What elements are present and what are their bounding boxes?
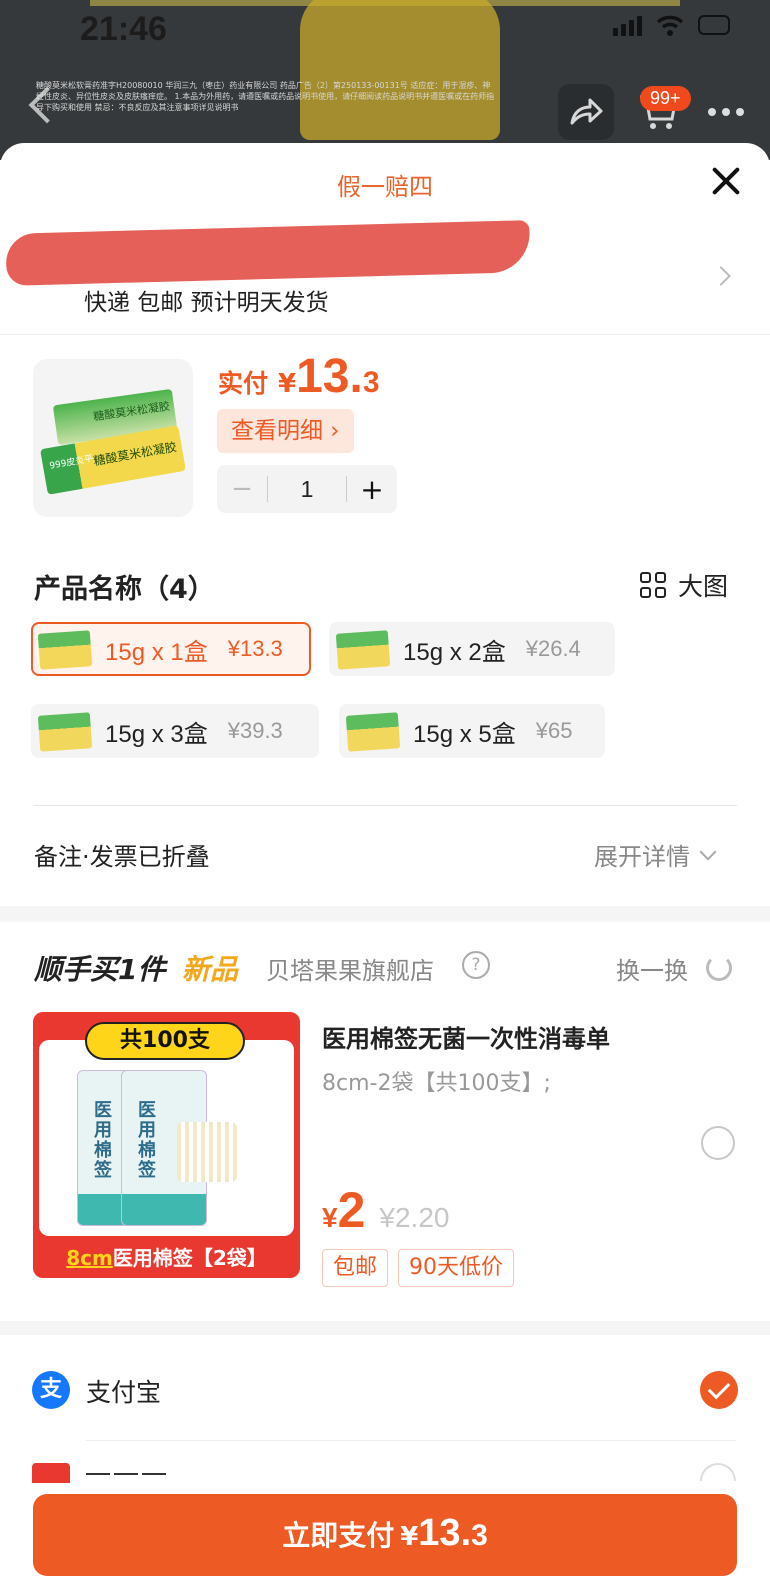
addon-tag: 90天低价	[398, 1249, 514, 1287]
decrease-button[interactable]: −	[217, 474, 267, 504]
section-separator	[0, 1321, 770, 1335]
price-integer: 13.	[296, 350, 363, 403]
addon-product-name[interactable]: 医用棉签无菌一次性消毒单	[322, 1019, 610, 1054]
addon-image-pill: 共100支	[85, 1022, 245, 1060]
alipay-label[interactable]: 支付宝	[86, 1373, 161, 1409]
more-dot-icon	[722, 108, 730, 116]
payment-method-icon	[32, 1463, 70, 1483]
pay-now-label: 立即支付	[282, 1519, 395, 1552]
quantity-stepper: − 1 +	[217, 465, 397, 513]
pay-now-button[interactable]: 立即支付 ¥ 13. 3	[33, 1494, 737, 1576]
spec-option-label: 15g x 5盒	[413, 720, 516, 748]
spec-thumbnail	[37, 712, 93, 752]
divider	[33, 805, 737, 806]
remark-invoice-label: 备注·发票已折叠	[34, 843, 210, 871]
addon-select-radio[interactable]	[701, 1126, 735, 1160]
spec-section-title: 产品名称（4）	[34, 574, 215, 605]
divider	[86, 1440, 736, 1441]
pay-now-currency: ¥	[400, 1522, 419, 1552]
pay-label: 实付	[218, 369, 269, 398]
order-sheet: 假一赔四 快递 包邮 预计明天发货 糖酸莫米松凝胶 糖酸莫米松凝胶 999皮炎平…	[0, 143, 770, 1592]
more-button[interactable]	[708, 108, 744, 116]
signal-icon	[613, 14, 642, 36]
big-image-button[interactable]: 大图	[640, 567, 728, 603]
big-image-label: 大图	[678, 572, 729, 601]
address-chevron-icon[interactable]	[711, 266, 731, 286]
pay-now-amount-dec: 3	[471, 1519, 488, 1552]
spec-option-label: 15g x 3盒	[105, 720, 208, 748]
battery-icon	[698, 15, 730, 35]
close-icon[interactable]	[710, 165, 742, 197]
payment-method-label-clipped	[86, 1461, 206, 1475]
checkmark-icon[interactable]	[700, 1371, 738, 1409]
more-dot-icon	[736, 108, 744, 116]
addon-product-image[interactable]: 共100支 医用棉签 医用棉签 8cm医用棉签【2袋】	[33, 1012, 300, 1278]
help-icon[interactable]: ?	[462, 951, 490, 979]
more-dot-icon	[708, 108, 716, 116]
payment-method-radio[interactable]	[700, 1463, 736, 1481]
spec-thumbnail	[37, 630, 93, 670]
video-figure	[300, 0, 500, 140]
spec-thumbnail	[345, 712, 401, 752]
pay-now-amount-int: 13.	[418, 1512, 472, 1554]
spec-option[interactable]: 15g x 5盒 ¥65	[339, 704, 605, 758]
address-redaction	[5, 220, 531, 286]
status-icons	[613, 14, 730, 36]
addon-tag: 包邮	[322, 1249, 389, 1287]
divider	[0, 334, 770, 335]
actual-pay-price: 实付 ¥ 13. 3	[218, 349, 380, 404]
spec-thumbnail	[335, 630, 391, 670]
chevron-down-icon	[699, 843, 717, 860]
addon-title: 顺手买1件	[34, 953, 166, 986]
section-separator	[0, 906, 770, 922]
wifi-icon	[656, 15, 684, 36]
status-time: 21:46	[80, 10, 167, 48]
addon-new-label: 新品	[182, 953, 239, 986]
share-icon	[570, 98, 603, 125]
addon-current-price: ¥2	[322, 1182, 366, 1238]
spec-option-price: ¥65	[535, 718, 573, 743]
addon-original-price: ¥2.20	[379, 1202, 450, 1233]
sheet-title: 假一赔四	[337, 173, 433, 201]
quantity-value[interactable]: 1	[268, 476, 346, 503]
alipay-icon: 支	[32, 1371, 70, 1409]
currency-symbol: ¥	[278, 369, 297, 399]
addon-image-caption: 8cm医用棉签【2袋】	[66, 1246, 267, 1270]
spec-option-price: ¥39.3	[227, 718, 283, 743]
delivery-info: 快递 包邮 预计明天发货	[84, 290, 329, 316]
grid-icon	[640, 572, 666, 598]
price-decimal: 3	[362, 366, 380, 399]
spec-option-label: 15g x 2盒	[403, 638, 506, 666]
drug-ad-small-print: 糖酸莫米松软膏药准字H20080010 华润三九（枣庄）药业有限公司 药品广告（…	[36, 81, 495, 112]
cart-count-badge: 99+	[640, 86, 691, 111]
share-button[interactable]	[558, 84, 614, 140]
spec-option-price: ¥13.3	[227, 636, 283, 661]
spec-option[interactable]: 15g x 2盒 ¥26.4	[329, 622, 615, 676]
product-image[interactable]: 糖酸莫米松凝胶 糖酸莫米松凝胶 999皮炎平	[33, 359, 193, 517]
view-details-button[interactable]: 查看明细 ›	[217, 409, 354, 453]
expand-label: 展开详情	[594, 843, 690, 871]
addon-product-spec: 8cm-2袋【共100支】;	[322, 1071, 551, 1096]
addon-store-name[interactable]: 贝塔果果旗舰店	[266, 951, 434, 986]
swap-button[interactable]: 换一换	[616, 951, 688, 986]
spec-option-label: 15g x 1盒	[105, 638, 208, 666]
spec-option[interactable]: 15g x 3盒 ¥39.3	[31, 704, 319, 758]
spec-option[interactable]: 15g x 1盒 ¥13.3	[31, 622, 311, 676]
expand-details-button[interactable]: 展开详情	[594, 837, 717, 872]
spec-option-price: ¥26.4	[525, 636, 581, 661]
increase-button[interactable]: +	[347, 473, 397, 506]
refresh-icon[interactable]	[706, 955, 732, 981]
addon-price: ¥2 ¥2.20	[322, 1181, 449, 1239]
